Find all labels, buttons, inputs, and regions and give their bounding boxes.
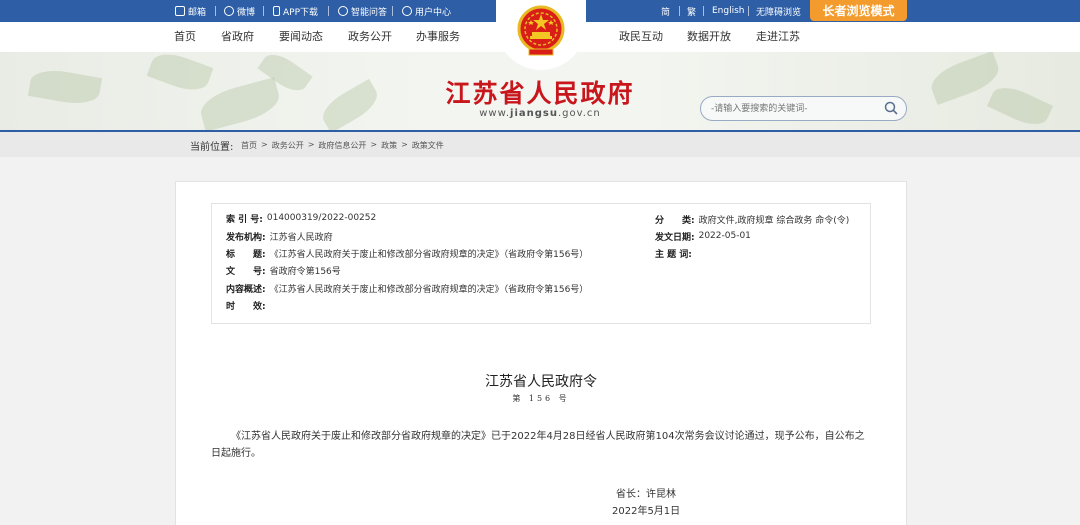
document-number: 第 156 号 — [512, 394, 570, 403]
meta-label: 分 类: — [655, 215, 695, 226]
nav-item-news[interactable]: 要闻动态 — [279, 22, 323, 52]
meta-date-row: 发文日期: 2022-05-01 — [655, 228, 751, 244]
mail-link[interactable]: 邮箱 — [175, 0, 206, 22]
meta-validity-row: 时 效: — [226, 297, 270, 313]
smart-qa-label: 智能问答 — [351, 7, 388, 18]
document-sign-date: 2022年5月1日 — [612, 506, 681, 517]
meta-value: 省政府令第156号 — [269, 266, 341, 277]
english-link[interactable]: English — [712, 0, 745, 22]
national-emblem-icon[interactable] — [517, 5, 565, 57]
divider — [748, 6, 749, 16]
chat-icon — [338, 6, 348, 16]
meta-label: 时 效: — [226, 301, 266, 312]
divider — [703, 6, 704, 16]
simplified-chinese-link[interactable]: 简 — [661, 0, 670, 22]
breadcrumb: 首页 > 政务公开 > 政府信息公开 > 政策 > 政策文件 — [241, 140, 444, 151]
meta-value: 2022-05-01 — [698, 231, 751, 241]
breadcrumb-separator: > — [401, 140, 408, 149]
breadcrumb-item[interactable]: 政策文件 — [412, 140, 444, 151]
meta-value: 政府文件,政府规章 综合政务 命令(令) — [698, 215, 850, 226]
meta-value: 014000319/2022-00252 — [266, 213, 377, 223]
simplified-label: 简 — [661, 7, 671, 18]
document-title: 江苏省人民政府令 — [485, 374, 597, 390]
divider — [215, 6, 216, 16]
site-url: www.jiangsu.gov.cn — [430, 108, 650, 119]
nav-item-about-jiangsu[interactable]: 走进江苏 — [756, 22, 800, 52]
breadcrumb-item[interactable]: 首页 — [241, 140, 257, 151]
decor-leaf — [317, 78, 383, 130]
english-label: English — [712, 6, 745, 16]
weibo-label: 微博 — [237, 7, 256, 18]
divider — [679, 6, 680, 16]
meta-value: 《江苏省人民政府关于废止和修改部分省政府规章的决定》（省政府令第156号） — [269, 284, 589, 295]
search-icon[interactable] — [884, 101, 898, 115]
meta-label: 内容概述: — [226, 284, 266, 295]
nav-item-interaction[interactable]: 政民互动 — [619, 22, 663, 52]
breadcrumb-separator: > — [307, 140, 315, 149]
search-input[interactable] — [711, 100, 876, 117]
mail-label: 邮箱 — [188, 7, 207, 18]
breadcrumb-item[interactable]: 政策 — [381, 140, 397, 151]
traditional-chinese-link[interactable]: 繁 — [687, 0, 696, 22]
app-download-link[interactable]: APP下载 — [273, 0, 318, 22]
decor-leaf — [196, 77, 284, 130]
url-domain: jiangsu — [510, 108, 558, 119]
meta-label: 主 题 词: — [655, 249, 692, 260]
search-box — [700, 96, 907, 121]
phone-icon — [273, 6, 280, 16]
breadcrumb-item[interactable]: 政府信息公开 — [318, 140, 366, 151]
site-title: 江苏省人民政府 — [445, 79, 635, 108]
nav-item-home[interactable]: 首页 — [174, 22, 196, 52]
meta-value: 《江苏省人民政府关于废止和修改部分省政府规章的决定》（省政府令第156号） — [269, 249, 589, 260]
decor-leaf — [146, 52, 214, 97]
divider — [263, 6, 264, 16]
document-body: 《江苏省人民政府关于废止和修改部分省政府规章的决定》已于2022年4月28日经省… — [211, 431, 865, 459]
divider — [392, 6, 393, 16]
weibo-link[interactable]: 微博 — [224, 0, 255, 22]
accessibility-label: 无障碍浏览 — [756, 7, 802, 18]
user-icon — [402, 6, 412, 16]
meta-category-row: 分 类: 政府文件,政府规章 综合政务 命令(令) — [655, 211, 849, 227]
meta-value: 江苏省人民政府 — [269, 232, 333, 243]
accessibility-link[interactable]: 无障碍浏览 — [756, 0, 801, 22]
meta-summary-row: 内容概述: 《江苏省人民政府关于废止和修改部分省政府规章的决定》（省政府令第15… — [226, 280, 588, 296]
url-suffix: .gov.cn — [557, 108, 601, 119]
smart-qa-link[interactable]: 智能问答 — [338, 0, 387, 22]
meta-title-row: 标 题: 《江苏省人民政府关于废止和修改部分省政府规章的决定》（省政府令第156… — [226, 245, 588, 261]
meta-label: 标 题: — [226, 249, 266, 260]
decor-leaf — [986, 80, 1054, 130]
nav-item-open-data[interactable]: 数据开放 — [687, 22, 731, 52]
meta-publisher-row: 发布机构: 江苏省人民政府 — [226, 228, 333, 244]
meta-docno-row: 文 号: 省政府令第156号 — [226, 262, 341, 278]
meta-label: 文 号: — [226, 266, 266, 277]
weibo-icon — [224, 6, 234, 16]
nav-item-services[interactable]: 办事服务 — [416, 22, 460, 52]
url-prefix: www. — [479, 108, 511, 119]
document-signer: 省长：许昆林 — [616, 489, 676, 500]
nav-item-gov-affairs[interactable]: 政务公开 — [348, 22, 392, 52]
divider — [328, 6, 329, 16]
breadcrumb-label: 当前位置: — [190, 142, 234, 153]
user-center-link[interactable]: 用户中心 — [402, 0, 451, 22]
traditional-label: 繁 — [687, 7, 697, 18]
breadcrumb-separator: > — [261, 140, 268, 149]
meta-label: 发布机构: — [226, 232, 266, 243]
app-download-label: APP下载 — [283, 7, 319, 18]
meta-label: 发文日期: — [655, 232, 695, 243]
elder-mode-button[interactable]: 长者浏览模式 — [810, 0, 907, 21]
meta-label: 索 引 号: — [226, 214, 263, 225]
breadcrumb-item[interactable]: 政务公开 — [272, 140, 304, 151]
breadcrumb-separator: > — [370, 140, 378, 149]
breadcrumb-bar: 当前位置: 首页 > 政务公开 > 政府信息公开 > 政策 > 政策文件 — [0, 132, 1080, 157]
meta-subject-row: 主 题 词: — [655, 245, 696, 261]
nav-item-province-gov[interactable]: 省政府 — [221, 22, 254, 52]
user-center-label: 用户中心 — [415, 7, 452, 18]
meta-index-row: 索 引 号: 014000319/2022-00252 — [226, 210, 376, 226]
mail-icon — [175, 6, 185, 16]
decor-leaf — [27, 66, 103, 108]
